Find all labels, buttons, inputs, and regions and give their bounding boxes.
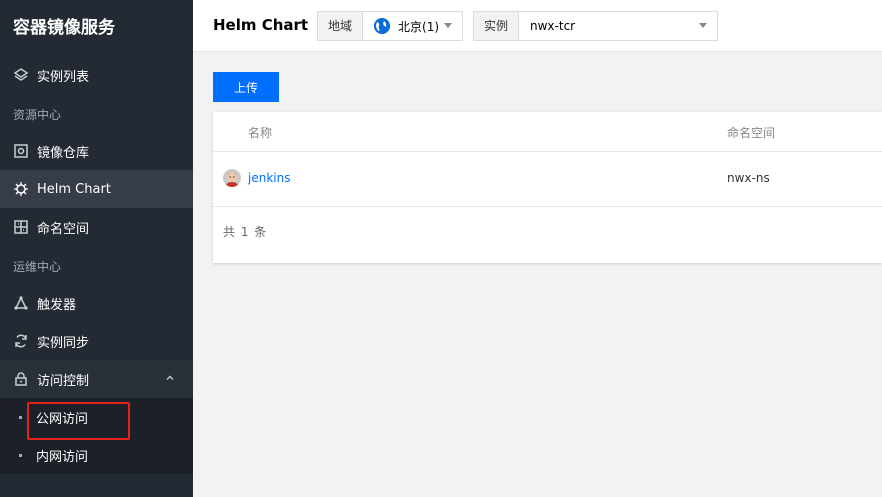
chevron-down-icon (444, 23, 452, 28)
app-title: 容器镜像服务 (13, 18, 115, 38)
sidebar-subitem-private-access[interactable]: 内网访问 (0, 436, 193, 474)
total-count: 共 1 条 (223, 225, 268, 239)
sidebar-item-access-control[interactable]: 访问控制 (0, 360, 193, 398)
sync-icon (13, 333, 29, 349)
trigger-icon (13, 295, 29, 311)
sidebar-item-instances[interactable]: 实例列表 (0, 56, 193, 94)
sidebar-item-label: 公网访问 (36, 411, 89, 427)
globe-icon (374, 18, 391, 34)
chart-name-link[interactable]: jenkins (248, 171, 290, 185)
jenkins-avatar-icon (223, 169, 241, 187)
table-header: 名称 命名空间 (213, 112, 882, 152)
sidebar-item-label: Helm Chart (37, 181, 111, 197)
access-submenu: 公网访问 内网访问 (0, 398, 193, 474)
region-label: 地域 (318, 12, 364, 40)
bullet-icon (19, 416, 22, 419)
instance-label: 实例 (474, 12, 520, 40)
layers-icon (13, 67, 29, 83)
sidebar-item-sync[interactable]: 实例同步 (0, 322, 193, 360)
page-header: Helm Chart 地域 北京(1) 实例 nwx-tcr (193, 0, 882, 52)
sidebar-item-label: 实例列表 (37, 69, 90, 85)
helm-icon (13, 181, 29, 197)
lock-icon (13, 371, 29, 387)
page-title: Helm Chart (213, 16, 309, 34)
sidebar-item-label: 内网访问 (36, 449, 89, 465)
repository-icon (13, 143, 29, 159)
sidebar-item-repository[interactable]: 镜像仓库 (0, 132, 193, 170)
chart-table: 名称 命名空间 jenkins nwx-ns 共 1 条 (213, 112, 882, 263)
sidebar-item-label: 镜像仓库 (37, 145, 90, 161)
sidebar-item-helm-chart[interactable]: Helm Chart (0, 170, 193, 208)
instance-value: nwx-tcr (530, 19, 576, 33)
namespace-icon (13, 219, 29, 235)
region-select[interactable]: 地域 北京(1) (317, 11, 463, 41)
table-row: jenkins nwx-ns (213, 152, 882, 207)
group-label-ops: 运维中心 (13, 260, 62, 274)
sidebar-subitem-public-access[interactable]: 公网访问 (0, 398, 193, 436)
sidebar-item-label: 触发器 (37, 297, 77, 313)
upload-button[interactable]: 上传 (213, 72, 279, 102)
instance-select[interactable]: 实例 nwx-tcr (473, 11, 718, 41)
chevron-up-icon (165, 373, 175, 386)
sidebar-item-label: 命名空间 (37, 221, 90, 237)
chevron-down-icon (699, 23, 707, 28)
sidebar-item-label: 访问控制 (37, 373, 90, 389)
sidebar-item-namespace[interactable]: 命名空间 (0, 208, 193, 246)
column-header-namespace: 命名空间 (727, 126, 776, 140)
column-header-name: 名称 (248, 126, 273, 140)
namespace-cell: nwx-ns (727, 171, 770, 185)
region-value: 北京(1) (398, 19, 440, 34)
bullet-icon (19, 454, 22, 457)
sidebar-item-label: 实例同步 (37, 335, 90, 351)
sidebar: 容器镜像服务 实例列表 资源中心 镜像仓库 Helm Chart 命名空间 运维… (0, 0, 193, 497)
sidebar-item-trigger[interactable]: 触发器 (0, 284, 193, 322)
group-label-resources: 资源中心 (13, 108, 62, 122)
